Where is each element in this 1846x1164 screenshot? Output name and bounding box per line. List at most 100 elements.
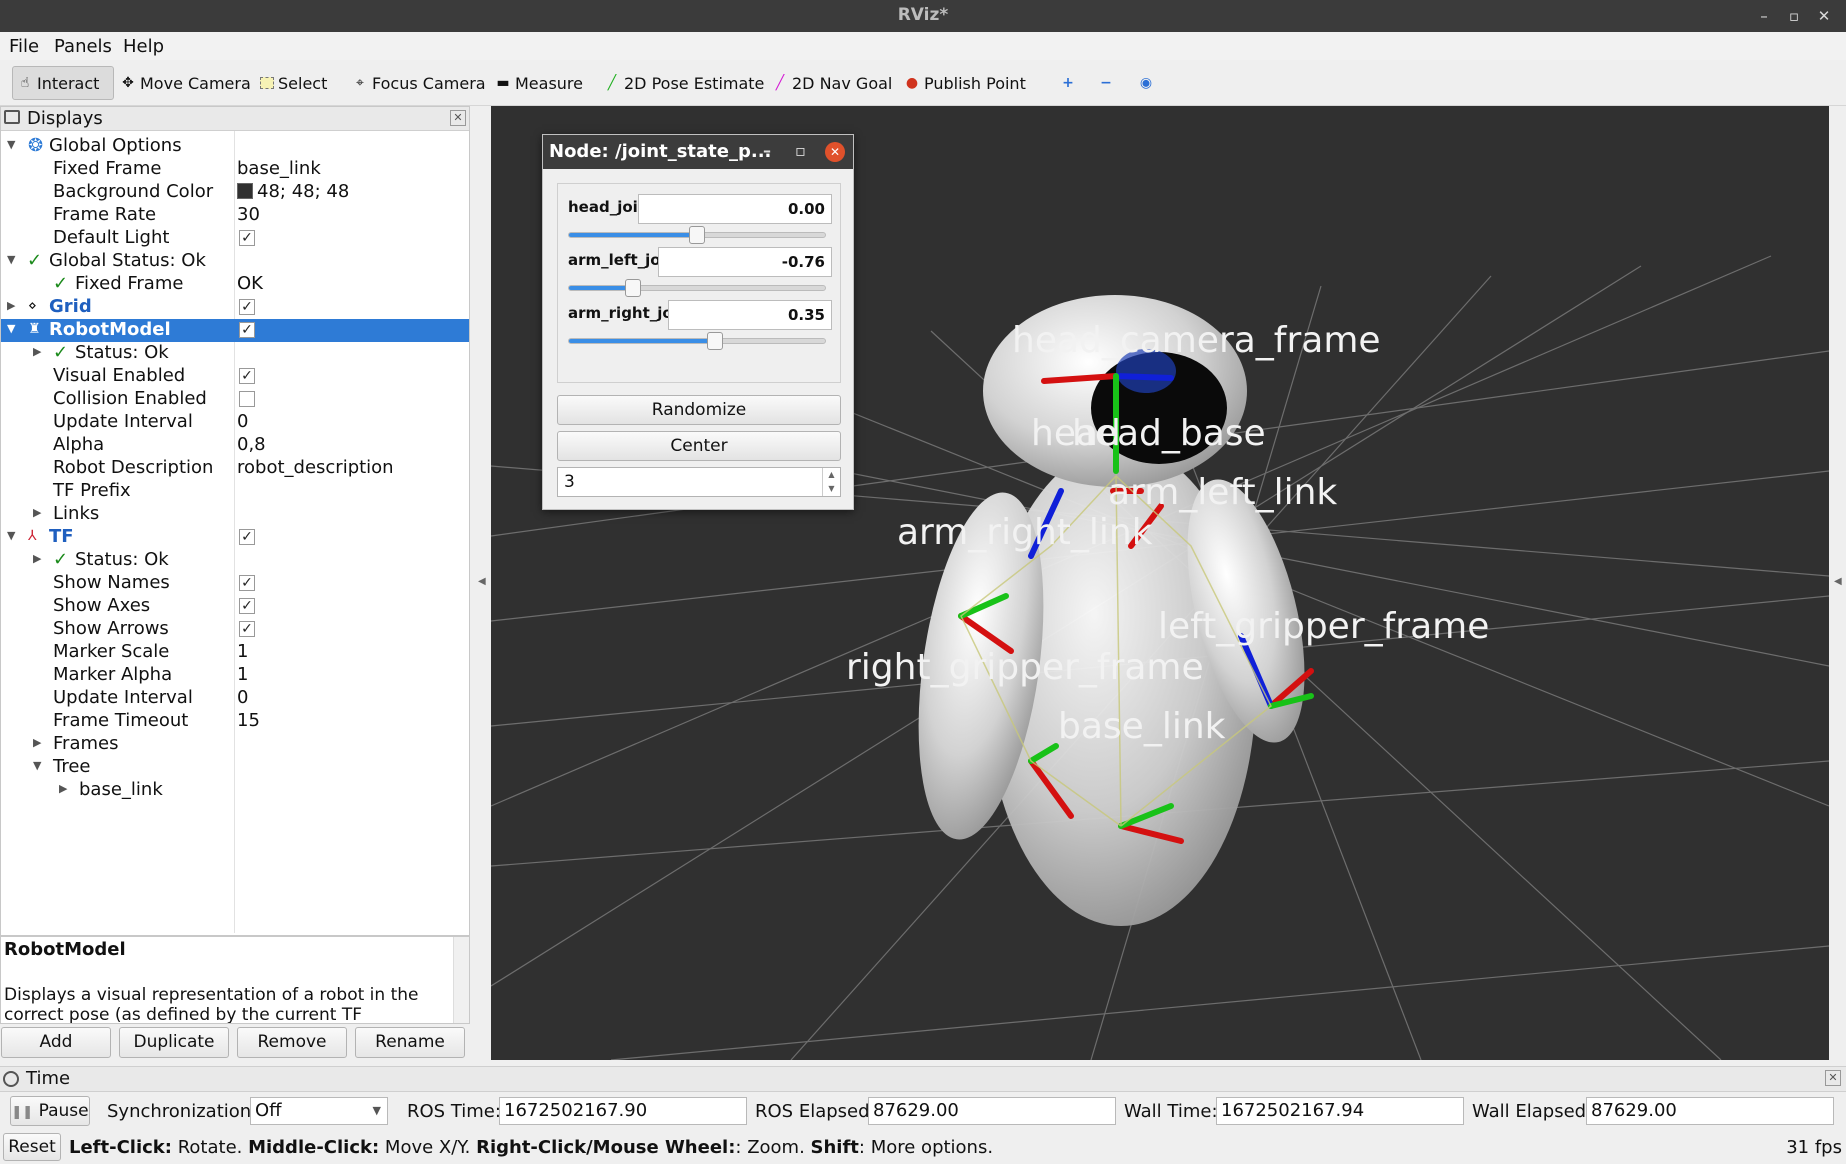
tree-row-show-axes[interactable]: Show Axes ✓ [1,595,469,618]
tree-row-tree[interactable]: ▼ Tree [1,756,469,779]
close-icon[interactable]: ✕ [450,110,466,126]
row-value[interactable]: 30 [237,204,260,225]
tree-row-global-options[interactable]: ▼ ❂ Global Options [1,135,469,158]
collapse-arrow-icon[interactable]: ▶ [59,782,67,795]
tree-row-frames[interactable]: ▶ Frames [1,733,469,756]
right-dock-handle[interactable]: ◀ [1829,106,1846,1060]
interact-tool[interactable]: ☝ Interact [12,66,114,100]
collapse-arrow-icon[interactable]: ▶ [33,552,41,565]
tree-row-robot-description[interactable]: Robot Description robot_description [1,457,469,480]
joint-value-field[interactable]: -0.76 [658,247,832,277]
tree-row-show-names[interactable]: Show Names ✓ [1,572,469,595]
sync-select[interactable]: Off ▼ [250,1097,388,1125]
nav-goal-tool[interactable]: ╱ 2D Nav Goal [768,66,896,100]
row-value[interactable]: 0 [237,687,248,708]
tree-row-base-link[interactable]: ▶ base_link [1,779,469,802]
expand-arrow-icon[interactable]: ▼ [7,322,15,335]
rename-button[interactable]: Rename [355,1027,465,1058]
pose-estimate-tool[interactable]: ╱ 2D Pose Estimate [600,66,768,100]
tree-row-marker-scale[interactable]: Marker Scale 1 [1,641,469,664]
description-scrollbar[interactable] [453,937,469,1023]
checkbox-checked[interactable]: ✓ [239,529,255,545]
row-value[interactable]: 15 [237,710,260,731]
tree-row-visual-enabled[interactable]: Visual Enabled ✓ [1,365,469,388]
tree-row-global-status[interactable]: ▼ ✓ Global Status: Ok [1,250,469,273]
checkbox-unchecked[interactable] [239,391,255,407]
row-value[interactable]: 0 [237,411,248,432]
row-value[interactable]: 1 [237,641,248,662]
duplicate-button[interactable]: Duplicate [119,1027,229,1058]
joint-state-publisher-window[interactable]: Node: /joint_state_p... – ▫ ✕ head_joint… [542,134,854,510]
slider-handle[interactable] [625,279,641,297]
camera-view-button[interactable]: ◉ [1134,66,1158,100]
checkbox-checked[interactable]: ✓ [239,368,255,384]
remove-button[interactable]: Remove [237,1027,347,1058]
tree-row-fixed-frame[interactable]: Fixed Frame base_link [1,158,469,181]
row-value[interactable]: 0,8 [237,434,266,455]
menu-file[interactable]: File [9,36,39,57]
close-icon[interactable]: ✕ [825,142,845,162]
tree-row-frame-rate[interactable]: Frame Rate 30 [1,204,469,227]
move-camera-tool[interactable]: ✥ Move Camera [116,66,255,100]
maximize-icon[interactable]: ▫ [1782,4,1806,28]
tree-row-tf[interactable]: ▼ ⅄ TF ✓ [1,526,469,549]
tree-row-grid[interactable]: ▶ ⋄ Grid ✓ [1,296,469,319]
expand-arrow-icon[interactable]: ▼ [7,529,15,542]
collapse-arrow-icon[interactable]: ▶ [33,736,41,749]
expand-arrow-icon[interactable]: ▼ [7,253,15,266]
tree-row-alpha[interactable]: Alpha 0,8 [1,434,469,457]
tree-row-background-color[interactable]: Background Color 48; 48; 48 [1,181,469,204]
close-icon[interactable]: ✕ [1825,1070,1841,1086]
tree-row-robotmodel[interactable]: ▼ ♜ RobotModel ✓ [1,319,469,342]
focus-camera-tool[interactable]: ⌖ Focus Camera [348,66,490,100]
select-tool[interactable]: Select [256,66,331,100]
joint-slider[interactable] [568,332,826,350]
tree-row-default-light[interactable]: Default Light ✓ [1,227,469,250]
tree-row-tf-status[interactable]: ▶ ✓ Status: Ok [1,549,469,572]
joint-value-field[interactable]: 0.35 [668,300,832,330]
joint-count-spinbox[interactable]: 3 ▲ ▼ [557,467,841,497]
collapse-arrow-icon[interactable]: ▶ [33,506,41,519]
checkbox-checked[interactable]: ✓ [239,322,255,338]
pause-button[interactable]: ❚❚ Pause [10,1096,90,1126]
measure-tool[interactable]: ▬ Measure [491,66,587,100]
row-value[interactable]: 1 [237,664,248,685]
collapse-arrow-icon[interactable]: ▶ [7,299,15,312]
tree-row-frame-timeout[interactable]: Frame Timeout 15 [1,710,469,733]
tree-row-marker-alpha[interactable]: Marker Alpha 1 [1,664,469,687]
slider-handle[interactable] [707,332,723,350]
checkbox-checked[interactable]: ✓ [239,230,255,246]
slider-handle[interactable] [689,226,705,244]
close-icon[interactable]: ✕ [1812,4,1836,28]
tree-row-links[interactable]: ▶ Links [1,503,469,526]
row-value[interactable]: robot_description [237,457,394,478]
randomize-button[interactable]: Randomize [557,395,841,425]
row-value[interactable]: base_link [237,158,321,179]
tree-row-status[interactable]: ▶ ✓ Status: Ok [1,342,469,365]
joint-value-field[interactable]: 0.00 [638,194,832,224]
left-dock-handle[interactable]: ◀ [470,106,491,1060]
display-tree[interactable]: ▼ ❂ Global Options Fixed Frame base_link… [1,131,469,933]
reset-button[interactable]: Reset [3,1133,61,1161]
row-value[interactable]: 48; 48; 48 [237,181,349,202]
minimize-icon[interactable]: – [763,141,771,160]
tree-row-show-arrows[interactable]: Show Arrows ✓ [1,618,469,641]
ros-elapsed-field[interactable]: 87629.00 [868,1097,1116,1125]
wall-elapsed-field[interactable]: 87629.00 [1586,1097,1834,1125]
zoom-out-button[interactable]: − [1094,66,1118,100]
joint-slider[interactable] [568,226,826,244]
expand-arrow-icon[interactable]: ▼ [33,759,41,772]
tree-row-update-interval[interactable]: Update Interval 0 [1,411,469,434]
checkbox-checked[interactable]: ✓ [239,598,255,614]
joint-window-titlebar[interactable]: Node: /joint_state_p... – ▫ ✕ [543,135,853,169]
publish-point-tool[interactable]: ● Publish Point [900,66,1030,100]
tree-row-update-interval[interactable]: Update Interval 0 [1,687,469,710]
spin-arrows-icon[interactable]: ▲ ▼ [822,468,840,496]
menu-help[interactable]: Help [123,36,164,57]
checkbox-checked[interactable]: ✓ [239,575,255,591]
add-button[interactable]: Add [1,1027,111,1058]
checkbox-checked[interactable]: ✓ [239,621,255,637]
minimize-icon[interactable]: – [1752,4,1776,28]
joint-slider[interactable] [568,279,826,297]
zoom-in-button[interactable]: + [1056,66,1080,100]
